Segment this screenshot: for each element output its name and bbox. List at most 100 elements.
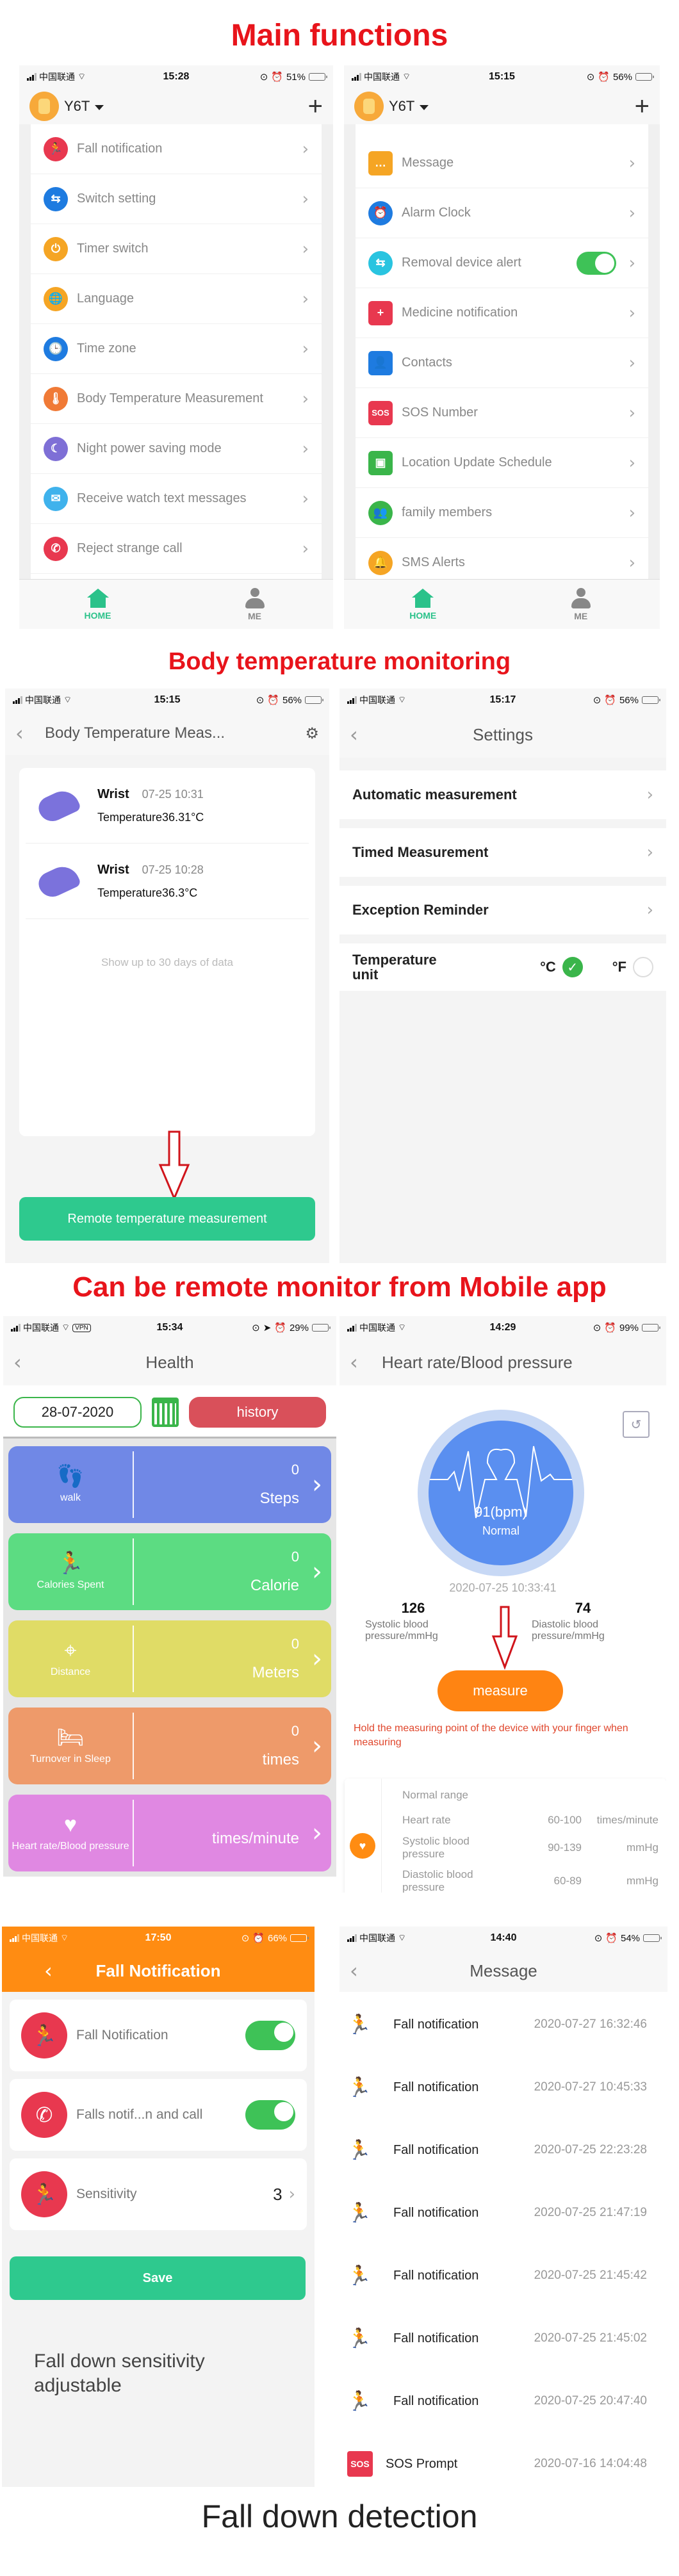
menu-item[interactable]: 🌡 Body Temperature Measurement › (31, 374, 322, 424)
message-item[interactable]: 🏃 Fall notification 2020-07-25 20:47:40 (340, 2370, 667, 2433)
message-item[interactable]: 🏃 Fall notification 2020-07-25 21:45:02 (340, 2307, 667, 2370)
measure-button[interactable]: measure (438, 1670, 563, 1711)
back-button[interactable]: ‹ (15, 723, 35, 744)
chevron-right-icon: › (288, 2185, 295, 2204)
device-name[interactable]: Y6T (64, 98, 90, 115)
menu-item[interactable]: ✉ Receive watch text messages › (31, 474, 322, 524)
tab-home[interactable]: HOME (19, 580, 176, 629)
unit-option-fahrenheit[interactable]: °F (612, 957, 653, 977)
settings-item[interactable]: Exception Reminder › (340, 886, 666, 934)
fall-setting-row[interactable]: 🏃 Sensitivity 3 › (10, 2158, 307, 2230)
remote-temperature-button[interactable]: Remote temperature measurement (19, 1197, 315, 1241)
health-tile[interactable]: 🏃 Calories Spent 0 Calorie › (8, 1533, 331, 1610)
menu-item-label: family members (402, 505, 493, 519)
menu-item[interactable]: 🏃 Fall notification › (31, 124, 322, 174)
caret-down-icon[interactable] (420, 105, 429, 110)
menu-item[interactable]: ⏻ Timer switch › (31, 224, 322, 274)
chevron-right-icon: › (302, 239, 309, 259)
menu-item[interactable]: 👤 Contacts › (356, 338, 648, 388)
menu-item[interactable]: 🌐 Language › (31, 274, 322, 324)
menu-item[interactable]: ▣ Location Update Schedule › (356, 438, 648, 488)
menu-item[interactable]: + Medicine notification › (356, 288, 648, 338)
page-title: Health (145, 1352, 194, 1372)
health-tile[interactable]: ⌖ Distance 0 Meters › (8, 1620, 331, 1697)
rotation-lock-icon: ⊙ (256, 695, 265, 706)
date-field[interactable]: 28-07-2020 (13, 1397, 142, 1428)
fall-setting-toggle[interactable] (245, 2021, 295, 2050)
menu-item[interactable]: ☾ Night power saving mode › (31, 424, 322, 474)
check-radio-icon[interactable]: ✓ (562, 957, 583, 977)
status-bar: 中国联通 ⌔ 14:40 ⊙ ⏰ 54% (340, 1927, 667, 1950)
history-calendar-icon[interactable]: ↺ (623, 1411, 650, 1438)
battery-icon (642, 696, 660, 704)
menu-item[interactable]: 👥 family members › (356, 488, 648, 538)
tile-divider (3, 1784, 336, 1795)
settings-item[interactable]: Automatic measurement › (340, 770, 666, 819)
message-item[interactable]: 🏃 Fall notification 2020-07-27 16:32:46 (340, 1993, 667, 2056)
tab-me[interactable]: ME (502, 580, 660, 629)
back-button[interactable]: ‹ (44, 1961, 63, 1981)
message-item[interactable]: 🏃 Fall notification 2020-07-25 21:47:19 (340, 2181, 667, 2244)
empty-radio-icon[interactable] (633, 957, 653, 977)
fall-setting-row[interactable]: 🏃 Fall Notification (10, 2000, 307, 2071)
caret-down-icon[interactable] (95, 105, 104, 110)
menu-item[interactable]: ⏰ Alarm Clock › (356, 188, 648, 238)
health-tile[interactable]: 👣 walk 0 Steps › (8, 1446, 331, 1523)
envelope-icon: ✉ (44, 486, 68, 511)
battery-icon (308, 73, 327, 81)
menu-item[interactable]: ⇆ Removal device alert › (356, 238, 648, 288)
normal-range-row: Heart rate 60-100 times/minute (402, 1809, 659, 1831)
tab-me[interactable]: ME (176, 580, 333, 629)
nav-bar: ‹ Health (3, 1339, 336, 1385)
save-button[interactable]: Save (10, 2256, 306, 2300)
calendar-icon[interactable] (152, 1398, 179, 1427)
removal-alert-toggle[interactable] (576, 251, 616, 275)
menu-item[interactable]: ✆ Reject strange call › (31, 524, 322, 574)
chevron-right-icon: › (302, 289, 309, 309)
tile-value: 0 (291, 1549, 299, 1565)
chevron-right-icon: › (628, 353, 635, 373)
back-button[interactable]: ‹ (350, 724, 369, 745)
message-item[interactable]: 🏃 Fall notification 2020-07-25 22:23:28 (340, 2119, 667, 2181)
health-tile[interactable]: ♥ Heart rate/Blood pressure times/minute › (8, 1795, 331, 1871)
fall-setting-toggle[interactable] (245, 2100, 295, 2130)
device-avatar[interactable] (29, 92, 59, 121)
thermometer-icon: 🌡 (44, 386, 68, 411)
status-bar: 中国联通 ⌔ 14:29 ⊙ ⏰ 99% (340, 1316, 666, 1339)
back-button[interactable]: ‹ (13, 1352, 33, 1373)
tab-home[interactable]: HOME (344, 580, 502, 629)
add-device-button[interactable]: + (635, 94, 650, 119)
health-tile[interactable]: 🛏 Turnover in Sleep 0 times › (8, 1708, 331, 1784)
range-name: Diastolic blood pressure (402, 1868, 473, 1893)
temperature-record[interactable]: Wrist 07-25 10:31 Temperature36.31°C (26, 768, 309, 844)
menu-item[interactable]: … Message › (356, 138, 648, 188)
message-item[interactable]: SOS SOS Prompt 2020-07-16 14:04:48 (340, 2433, 667, 2495)
message-datetime: 2020-07-25 21:45:42 (534, 2269, 647, 2282)
unit-option-celsius[interactable]: °C ✓ (540, 957, 583, 977)
back-button[interactable]: ‹ (350, 1961, 369, 1981)
chevron-right-icon: › (628, 303, 635, 323)
switch-icon: ⇆ (368, 250, 393, 275)
battery-percent: 99% (619, 1322, 639, 1333)
menu-item-label: Timer switch (77, 241, 149, 256)
menu-item[interactable]: SOS SOS Number › (356, 388, 648, 438)
device-name[interactable]: Y6T (389, 98, 414, 115)
menu-item[interactable]: 🕒 Time zone › (31, 324, 322, 374)
add-device-button[interactable]: + (308, 94, 323, 119)
message-item[interactable]: 🏃 Fall notification 2020-07-25 21:45:42 (340, 2244, 667, 2307)
gear-icon[interactable]: ⚙ (305, 724, 319, 743)
settings-item[interactable]: Timed Measurement › (340, 828, 666, 877)
fall-setting-label: Falls notif...n and call (76, 2107, 203, 2122)
fall-setting-row[interactable]: ✆ Falls notif...n and call (10, 2079, 307, 2151)
history-button[interactable]: history (189, 1397, 326, 1428)
back-button[interactable]: ‹ (350, 1352, 369, 1373)
menu-item[interactable]: ⇆ Switch setting › (31, 174, 322, 224)
message-item[interactable]: 🏃 Fall notification 2020-07-27 10:45:33 (340, 2056, 667, 2119)
status-bar: 中国联通 ⌔ 15:15 ⊙ ⏰ 56% (5, 689, 329, 712)
device-avatar[interactable] (354, 92, 384, 121)
chevron-right-icon: › (302, 139, 309, 159)
message-title: Fall notification (393, 2142, 479, 2157)
heading-remote-monitor: Can be remote monitor from Mobile app (72, 1271, 607, 1303)
temperature-record[interactable]: Wrist 07-25 10:28 Temperature36.3°C (26, 844, 309, 919)
record-datetime: 07-25 10:31 (142, 787, 204, 801)
